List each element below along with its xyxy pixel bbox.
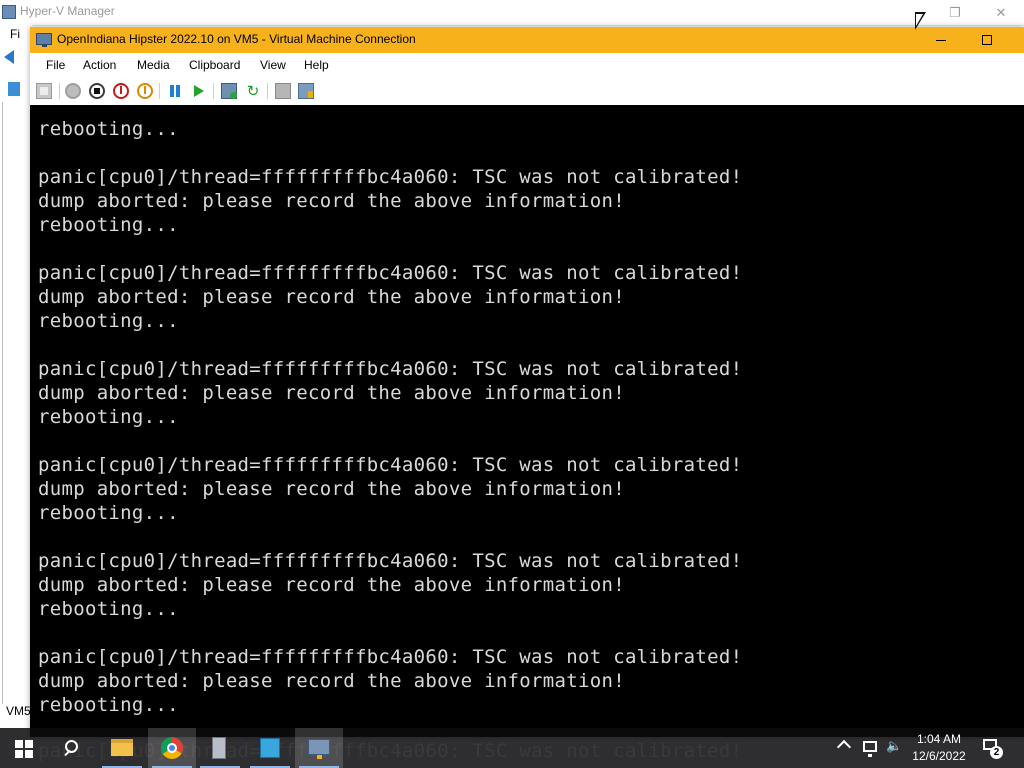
resume-icon[interactable]: [191, 83, 207, 99]
save-icon[interactable]: [137, 83, 153, 99]
turn-off-icon[interactable]: [89, 83, 105, 99]
hyper-v-manager-app-icon: [2, 5, 16, 19]
pause-icon[interactable]: [167, 83, 183, 99]
mouse-cursor-icon: [915, 12, 926, 30]
bg-close-button[interactable]: ✕: [978, 0, 1024, 25]
toolbar-separator: [213, 83, 214, 99]
menu-clipboard[interactable]: Clipboard: [189, 58, 240, 72]
bg-maximize-button[interactable]: ❐: [932, 0, 978, 25]
enhanced-session-icon[interactable]: [275, 83, 291, 99]
vm-connection-title: OpenIndiana Hipster 2022.10 on VM5 - Vir…: [57, 32, 416, 46]
server-manager-icon: [212, 737, 226, 759]
vm-menubar: File Action Media Clipboard View Help: [30, 53, 1024, 77]
windows-logo-icon: [15, 740, 23, 748]
hyper-v-manager-menu-file[interactable]: Fi: [0, 25, 32, 47]
volume-icon[interactable]: 🔈: [886, 740, 902, 754]
console-line: dump aborted: please record the above in…: [38, 382, 625, 404]
console-line: panic[cpu0]/thread=fffffffffbc4a060: TSC…: [38, 262, 743, 284]
console-line: panic[cpu0]/thread=fffffffffbc4a060: TSC…: [38, 550, 743, 572]
console-line: panic[cpu0]/thread=fffffffffbc4a060: TSC…: [38, 646, 743, 668]
toolbar-separator: [59, 83, 60, 99]
notification-icon[interactable]: 2: [980, 736, 1003, 759]
console-line: rebooting...: [38, 214, 179, 236]
hyper-v-manager-title: Hyper-V Manager: [20, 4, 115, 18]
file-explorer-icon: [111, 739, 133, 756]
minimize-button[interactable]: [918, 27, 964, 53]
clock-date: 12/6/2022: [912, 749, 966, 763]
hyper-v-manager-navigation-panel: [2, 102, 32, 704]
hyper-v-manager-icon: [260, 738, 280, 758]
console-line: dump aborted: please record the above in…: [38, 574, 625, 596]
hyper-v-manager-status-text: VM5: [4, 704, 33, 718]
toolbar-separator: [159, 83, 160, 99]
menu-file[interactable]: File: [46, 58, 65, 72]
vm-connection-app-icon: [36, 33, 52, 47]
menu-view[interactable]: View: [260, 58, 286, 72]
back-arrow-icon[interactable]: [4, 50, 14, 64]
vm-console-screen[interactable]: rebooting... panic[cpu0]/thread=ffffffff…: [30, 105, 1024, 737]
hyper-v-manager-titlebar[interactable]: Hyper-V Manager ❐ ✕: [0, 0, 1024, 26]
toolbar-separator: [267, 83, 268, 99]
checkpoint-icon[interactable]: [221, 83, 237, 99]
console-line: panic[cpu0]/thread=fffffffffbc4a060: TSC…: [38, 454, 743, 476]
console-line: rebooting...: [38, 598, 179, 620]
console-line: panic[cpu0]/thread=fffffffffbc4a060: TSC…: [38, 358, 743, 380]
start-icon[interactable]: [65, 83, 81, 99]
notification-count-badge: 2: [990, 746, 1003, 759]
vm-toolbar: ↻: [30, 77, 1024, 106]
vm-connection-titlebar[interactable]: OpenIndiana Hipster 2022.10 on VM5 - Vir…: [30, 27, 1024, 53]
vm-connection-window: OpenIndiana Hipster 2022.10 on VM5 - Vir…: [30, 27, 1024, 737]
taskbar-hyper-v-manager[interactable]: [246, 728, 294, 768]
menu-media[interactable]: Media: [137, 58, 170, 72]
taskbar: panic[cpu0]/thread=fffffffffbc4a060: TSC…: [0, 728, 1024, 768]
console-line: dump aborted: please record the above in…: [38, 478, 625, 500]
revert-icon[interactable]: ↻: [245, 83, 261, 99]
server-tree-icon[interactable]: [8, 82, 20, 96]
menu-action[interactable]: Action: [83, 58, 116, 72]
console-line: rebooting...: [38, 310, 179, 332]
menu-help[interactable]: Help: [304, 58, 329, 72]
console-line: rebooting...: [38, 118, 179, 140]
network-icon[interactable]: [863, 741, 877, 757]
console-line: rebooting...: [38, 502, 179, 524]
ctrl-alt-del-icon[interactable]: [36, 83, 52, 99]
search-icon[interactable]: [48, 728, 96, 768]
taskbar-vm-connection[interactable]: [295, 728, 343, 768]
shut-down-icon[interactable]: [113, 83, 129, 99]
clock-time: 1:04 AM: [916, 732, 962, 746]
console-line: dump aborted: please record the above in…: [38, 190, 625, 212]
console-line: dump aborted: please record the above in…: [38, 286, 625, 308]
system-clock[interactable]: 1:04 AM 12/6/2022: [908, 731, 970, 765]
start-button[interactable]: [0, 728, 48, 768]
taskbar-chrome[interactable]: [148, 728, 196, 768]
console-line: rebooting...: [38, 694, 179, 716]
chrome-icon: [161, 737, 183, 759]
taskbar-server-manager[interactable]: [196, 728, 244, 768]
chevron-up-icon[interactable]: [836, 739, 852, 755]
share-icon[interactable]: [298, 83, 314, 99]
vm-connection-icon: [308, 739, 330, 759]
taskbar-file-explorer[interactable]: [98, 728, 146, 768]
console-line: rebooting...: [38, 406, 179, 428]
console-line: panic[cpu0]/thread=fffffffffbc4a060: TSC…: [38, 166, 743, 188]
maximize-button[interactable]: [964, 27, 1010, 53]
console-line: dump aborted: please record the above in…: [38, 670, 625, 692]
